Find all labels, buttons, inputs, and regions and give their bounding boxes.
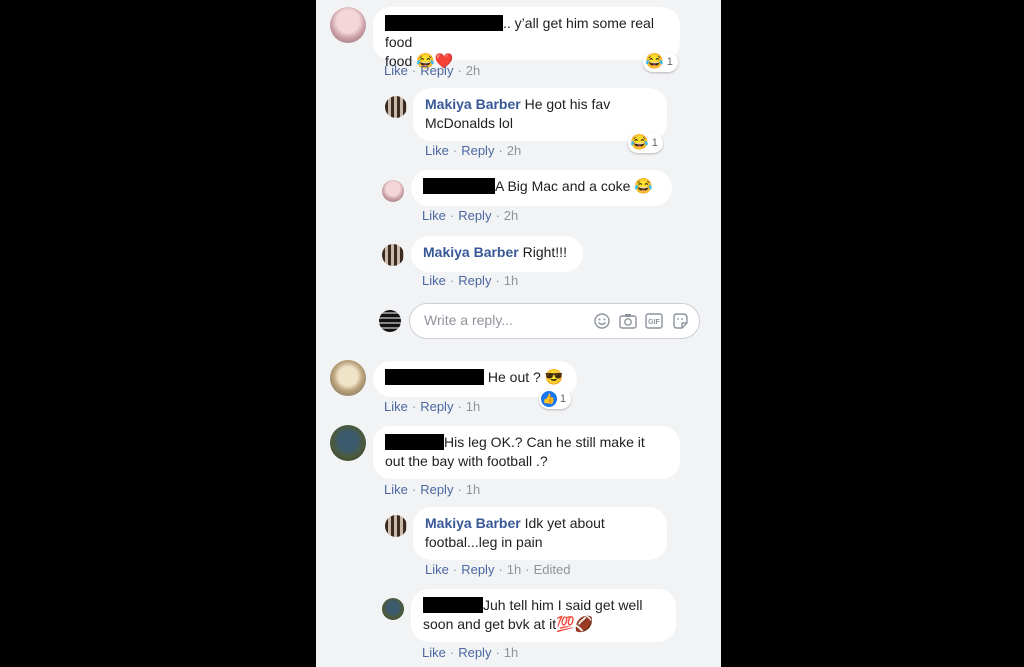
reply-link[interactable]: Reply: [420, 399, 453, 414]
reply-composer[interactable]: GIF: [409, 303, 700, 339]
timestamp: 1h: [465, 399, 481, 414]
comment-actions: Like · Reply · 1h: [384, 399, 481, 414]
sticker-icon[interactable]: [671, 312, 689, 330]
like-link[interactable]: Like: [425, 562, 449, 577]
comment-bubble: A Big Mac and a coke 😂: [411, 170, 672, 206]
emoji-icon[interactable]: [593, 312, 611, 330]
reply-input[interactable]: [422, 311, 586, 329]
reply-link[interactable]: Reply: [458, 645, 491, 660]
comment-bubble: Makiya Barber Idk yet about footbal...le…: [413, 507, 667, 560]
avatar[interactable]: [382, 244, 404, 266]
svg-text:GIF: GIF: [648, 319, 660, 326]
gif-icon[interactable]: GIF: [645, 312, 663, 330]
reply-link[interactable]: Reply: [461, 562, 494, 577]
reply-link[interactable]: Reply: [420, 63, 453, 78]
hundred-football-emoji: 💯🏈: [556, 616, 594, 633]
comment-actions: Like · Reply · 2h: [422, 208, 519, 223]
timestamp: 1h: [503, 273, 519, 288]
laughing-emoji: 😂: [634, 178, 653, 195]
like-link[interactable]: Like: [384, 399, 408, 414]
reaction-count[interactable]: 😂 1: [628, 133, 663, 153]
comment-actions: Like · Reply · 1h: [422, 645, 519, 660]
avatar[interactable]: [330, 425, 366, 461]
comment-bubble: Makiya Barber Right!!!: [411, 236, 583, 272]
redacted-name: [423, 178, 495, 194]
comment-actions: Like · Reply · 2h: [425, 143, 522, 158]
timestamp: 2h: [506, 143, 522, 158]
timestamp: 1h: [465, 482, 481, 497]
avatar[interactable]: [385, 515, 407, 537]
redacted-name: [385, 369, 484, 385]
timestamp: 1h: [503, 645, 519, 660]
reply-link[interactable]: Reply: [461, 143, 494, 158]
comment-actions: Like · Reply · 1h: [422, 273, 519, 288]
like-link[interactable]: Like: [422, 645, 446, 660]
reply-link[interactable]: Reply: [420, 482, 453, 497]
avatar[interactable]: [330, 7, 366, 43]
comment-actions: Like · Reply · 1h · Edited: [425, 562, 571, 577]
avatar[interactable]: [330, 360, 366, 396]
timestamp: 2h: [503, 208, 519, 223]
like-link[interactable]: Like: [425, 143, 449, 158]
camera-icon[interactable]: [619, 312, 637, 330]
current-user-avatar: [379, 310, 401, 332]
reaction-count[interactable]: 😂 1: [643, 52, 678, 72]
like-link[interactable]: Like: [422, 208, 446, 223]
sunglasses-emoji: 😎: [544, 369, 564, 386]
author-name[interactable]: Makiya Barber: [423, 244, 519, 260]
like-link[interactable]: Like: [384, 63, 408, 78]
comment-bubble: Juh tell him I said get well soon and ge…: [411, 589, 676, 642]
author-name[interactable]: Makiya Barber: [425, 96, 521, 112]
redacted-name: [423, 597, 483, 613]
like-link[interactable]: Like: [422, 273, 446, 288]
comment-actions: Like · Reply · 2h: [384, 63, 481, 78]
like-link[interactable]: Like: [384, 482, 408, 497]
comment-actions: Like · Reply · 1h: [384, 482, 481, 497]
avatar[interactable]: [382, 180, 404, 202]
redacted-name: [385, 434, 444, 450]
author-name[interactable]: Makiya Barber: [425, 515, 521, 531]
comment-bubble: His leg OK.? Can he still make it out th…: [373, 426, 680, 479]
reply-link[interactable]: Reply: [458, 273, 491, 288]
redacted-name: [385, 15, 503, 31]
edited-label[interactable]: Edited: [534, 562, 571, 577]
laughing-emoji: 😂: [630, 134, 649, 151]
avatar[interactable]: [385, 96, 407, 118]
comment-bubble: .. y’all get him some real food food 😂❤️: [373, 7, 680, 70]
timestamp: 2h: [465, 63, 481, 78]
reply-link[interactable]: Reply: [458, 208, 491, 223]
avatar[interactable]: [382, 598, 404, 620]
reaction-count[interactable]: 👍 1: [539, 389, 572, 409]
laughing-emoji: 😂: [645, 53, 664, 70]
comment-bubble: Makiya Barber He got his fav McDonalds l…: [413, 88, 667, 141]
timestamp: 1h: [506, 562, 522, 577]
like-icon: 👍: [541, 391, 557, 407]
